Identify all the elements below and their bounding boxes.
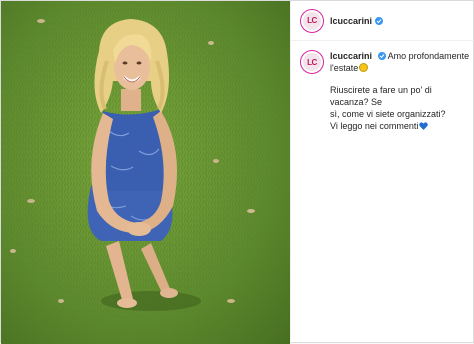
photo-image — [1, 1, 290, 344]
instagram-post: LC lcuccarini LC lcuccarini Amo profonda… — [0, 0, 474, 344]
blue-heart-emoji-icon — [419, 122, 429, 130]
caption-line-1: Amo profondamente — [387, 51, 470, 61]
verified-badge-icon — [377, 52, 386, 60]
caption-line-2: l'estate — [330, 63, 359, 73]
post-header: LC lcuccarini — [291, 1, 474, 41]
caption-line-5: Vi leggo nei commenti — [330, 121, 419, 131]
caption-line-3: Riuscirete a fare un po' di vacanza? Se — [330, 85, 432, 107]
caption-avatar-initials: LC — [303, 53, 321, 71]
post-sidebar: LC lcuccarini LC lcuccarini Amo profonda… — [290, 1, 474, 344]
caption-body: lcuccarini Amo profondamente l'estate Ri… — [330, 50, 470, 132]
avatar[interactable]: LC — [300, 8, 324, 33]
verified-badge-icon — [375, 16, 384, 25]
caption-line-4: sì, come vi siete organizzati? — [330, 109, 446, 119]
post-caption: LC lcuccarini Amo profondamente l'estate… — [300, 50, 470, 132]
header-username[interactable]: lcuccarini — [330, 16, 372, 26]
avatar-initials: LC — [303, 11, 321, 30]
caption-username[interactable]: lcuccarini — [330, 51, 372, 61]
post-photo[interactable] — [1, 1, 290, 344]
sun-emoji-icon — [359, 63, 369, 72]
caption-avatar[interactable]: LC — [300, 50, 324, 74]
